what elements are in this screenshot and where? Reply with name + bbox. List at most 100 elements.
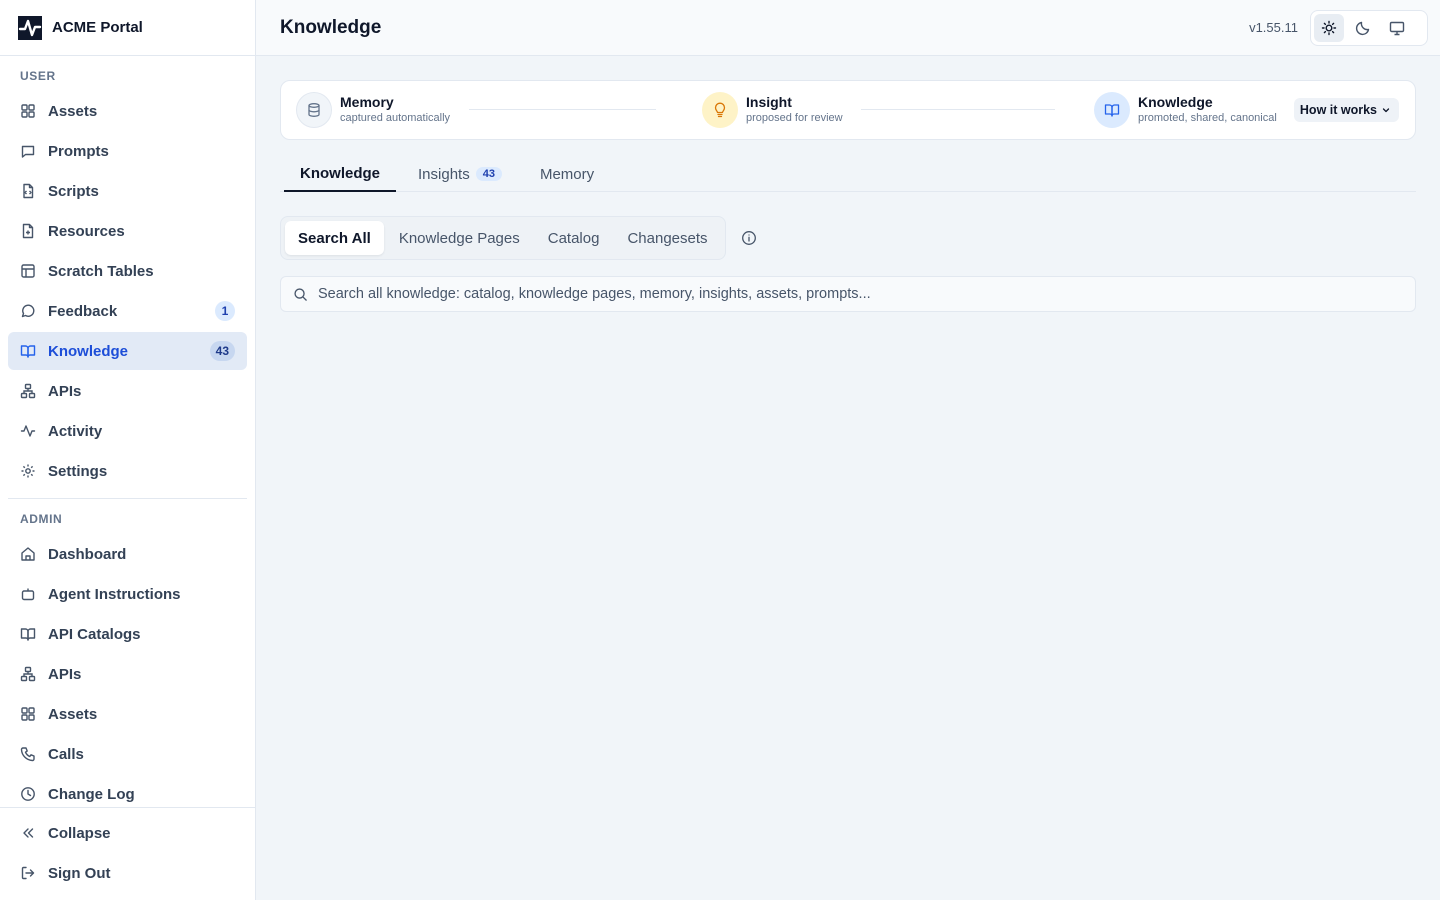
sidebar-item-scripts[interactable]: Scripts [8, 172, 247, 210]
book-open-icon [1104, 104, 1120, 117]
phone-icon [20, 747, 35, 762]
sidebar-item-assets[interactable]: Assets [8, 92, 247, 130]
sidebar-item-knowledge[interactable]: Knowledge 43 [8, 332, 247, 370]
tab-knowledge[interactable]: Knowledge [284, 157, 397, 192]
memory-stage-badge [296, 92, 332, 128]
how-it-works-label: How it works [1299, 103, 1377, 117]
sidebar-item-admin-assets[interactable]: Assets [8, 695, 247, 733]
knowledge-tabs: Knowledge Insights 43 Memory [280, 157, 1416, 192]
user-section-title: USER [20, 69, 56, 83]
sidebar-item-label: Change Log [48, 785, 135, 803]
tab-insights[interactable]: Insights 43 [402, 157, 518, 191]
search-input[interactable] [318, 286, 1415, 302]
database-icon [308, 103, 320, 117]
bot-icon [21, 588, 35, 601]
sidebar-item-calls[interactable]: Calls [8, 735, 247, 773]
sidebar-item-apis[interactable]: APIs [8, 372, 247, 410]
book-open-icon [20, 628, 36, 641]
sidebar-item-agent-instructions[interactable]: Agent Instructions [8, 575, 247, 613]
sign-out-button[interactable]: Sign Out [8, 854, 247, 892]
sign-out-label: Sign Out [48, 864, 111, 882]
insight-stage-title: Insight [746, 94, 792, 110]
tab-memory[interactable]: Memory [524, 157, 610, 191]
subtab-label: Search All [298, 229, 371, 247]
sidebar-item-label: Feedback [48, 302, 118, 320]
sidebar-item-resources[interactable]: Resources [8, 212, 247, 250]
collapse-button[interactable]: Collapse [8, 814, 247, 852]
sidebar-item-label: Agent Instructions [48, 585, 181, 603]
chevron-down-icon [1382, 108, 1390, 113]
sidebar-item-label: Scratch Tables [48, 262, 154, 280]
admin-nav: Dashboard Agent Instructions API Catalog… [0, 535, 255, 813]
system-theme-button[interactable] [1382, 14, 1412, 42]
user-nav: Assets Prompts Scripts Resources Scratch… [0, 92, 255, 490]
pipeline-connector [469, 109, 656, 110]
page-title: Knowledge [280, 16, 382, 38]
sidebar-item-api-catalogs[interactable]: API Catalogs [8, 615, 247, 653]
sidebar-item-label: Prompts [48, 142, 109, 160]
moon-icon [1355, 21, 1370, 36]
sidebar-item-dashboard[interactable]: Dashboard [8, 535, 247, 573]
sidebar: ACME Portal USER Assets Prompts Scripts … [0, 0, 256, 900]
subtab-label: Knowledge Pages [398, 229, 520, 247]
sidebar-item-label: APIs [48, 382, 82, 400]
knowledge-stage-subtitle: promoted, shared, canonical [1138, 112, 1277, 124]
sidebar-item-label: Settings [48, 462, 108, 480]
tab-label: Knowledge [300, 165, 381, 182]
sidebar-item-label: Scripts [48, 182, 99, 200]
info-button[interactable] [738, 227, 760, 249]
grid-icon [21, 104, 35, 118]
info-icon [741, 231, 756, 245]
subtab-catalog[interactable]: Catalog [535, 221, 613, 255]
sidebar-footer: Collapse Sign Out [0, 807, 255, 900]
light-theme-button[interactable] [1314, 14, 1344, 42]
message-square-icon [21, 145, 35, 158]
insight-stage-badge [702, 92, 738, 128]
search-scope-row: Search All Knowledge Pages Catalog Chang… [280, 216, 1416, 260]
memory-stage-subtitle: captured automatically [340, 112, 451, 124]
sidebar-item-settings[interactable]: Settings [8, 452, 247, 490]
sidebar-item-prompts[interactable]: Prompts [8, 132, 247, 170]
how-it-works-button[interactable]: How it works [1293, 98, 1399, 122]
log-out-icon [21, 866, 35, 880]
memory-stage: Memory captured automatically [296, 92, 450, 128]
sidebar-item-scratch-tables[interactable]: Scratch Tables [8, 252, 247, 290]
network-icon [20, 383, 36, 399]
main-content: Memory captured automatically Insight pr… [256, 56, 1440, 900]
sidebar-item-label: APIs [48, 665, 82, 683]
subtab-search-all[interactable]: Search All [285, 221, 384, 255]
sidebar-item-feedback[interactable]: Feedback 1 [8, 292, 247, 330]
search-icon [294, 287, 307, 301]
sidebar-item-label: Dashboard [48, 545, 127, 563]
sidebar-item-label: Assets [48, 705, 98, 723]
home-icon [21, 547, 35, 561]
insights-count-badge: 43 [475, 167, 502, 181]
pipeline-connector [861, 109, 1055, 110]
file-code-icon [23, 183, 34, 199]
knowledge-pipeline-card: Memory captured automatically Insight pr… [280, 80, 1416, 140]
sidebar-item-activity[interactable]: Activity [8, 412, 247, 450]
knowledge-stage-title: Knowledge [1138, 94, 1213, 110]
brand[interactable]: ACME Portal [0, 0, 255, 56]
subtab-label: Changesets [627, 229, 708, 247]
sidebar-item-admin-apis[interactable]: APIs [8, 655, 247, 693]
subtab-changesets[interactable]: Changesets [614, 221, 720, 255]
insight-stage: Insight proposed for review [702, 92, 843, 128]
tab-label: Insights [418, 165, 470, 183]
insight-stage-subtitle: proposed for review [746, 112, 843, 124]
message-circle-icon [21, 304, 35, 318]
dark-theme-button[interactable] [1348, 14, 1378, 42]
activity-icon [20, 425, 36, 437]
chevrons-left-icon [23, 828, 34, 838]
theme-switcher [1310, 10, 1428, 46]
file-plus-icon [22, 223, 34, 239]
sidebar-item-label: Resources [48, 222, 125, 240]
lightbulb-icon [714, 102, 726, 118]
version-label: v1.55.11 [1249, 20, 1298, 35]
sidebar-item-label: API Catalogs [48, 625, 141, 643]
knowledge-count-badge: 43 [209, 341, 235, 361]
subtab-knowledge-pages[interactable]: Knowledge Pages [386, 221, 533, 255]
sun-icon [1321, 20, 1337, 36]
logo-icon [18, 15, 42, 40]
top-header: Knowledge v1.55.11 [256, 0, 1440, 56]
